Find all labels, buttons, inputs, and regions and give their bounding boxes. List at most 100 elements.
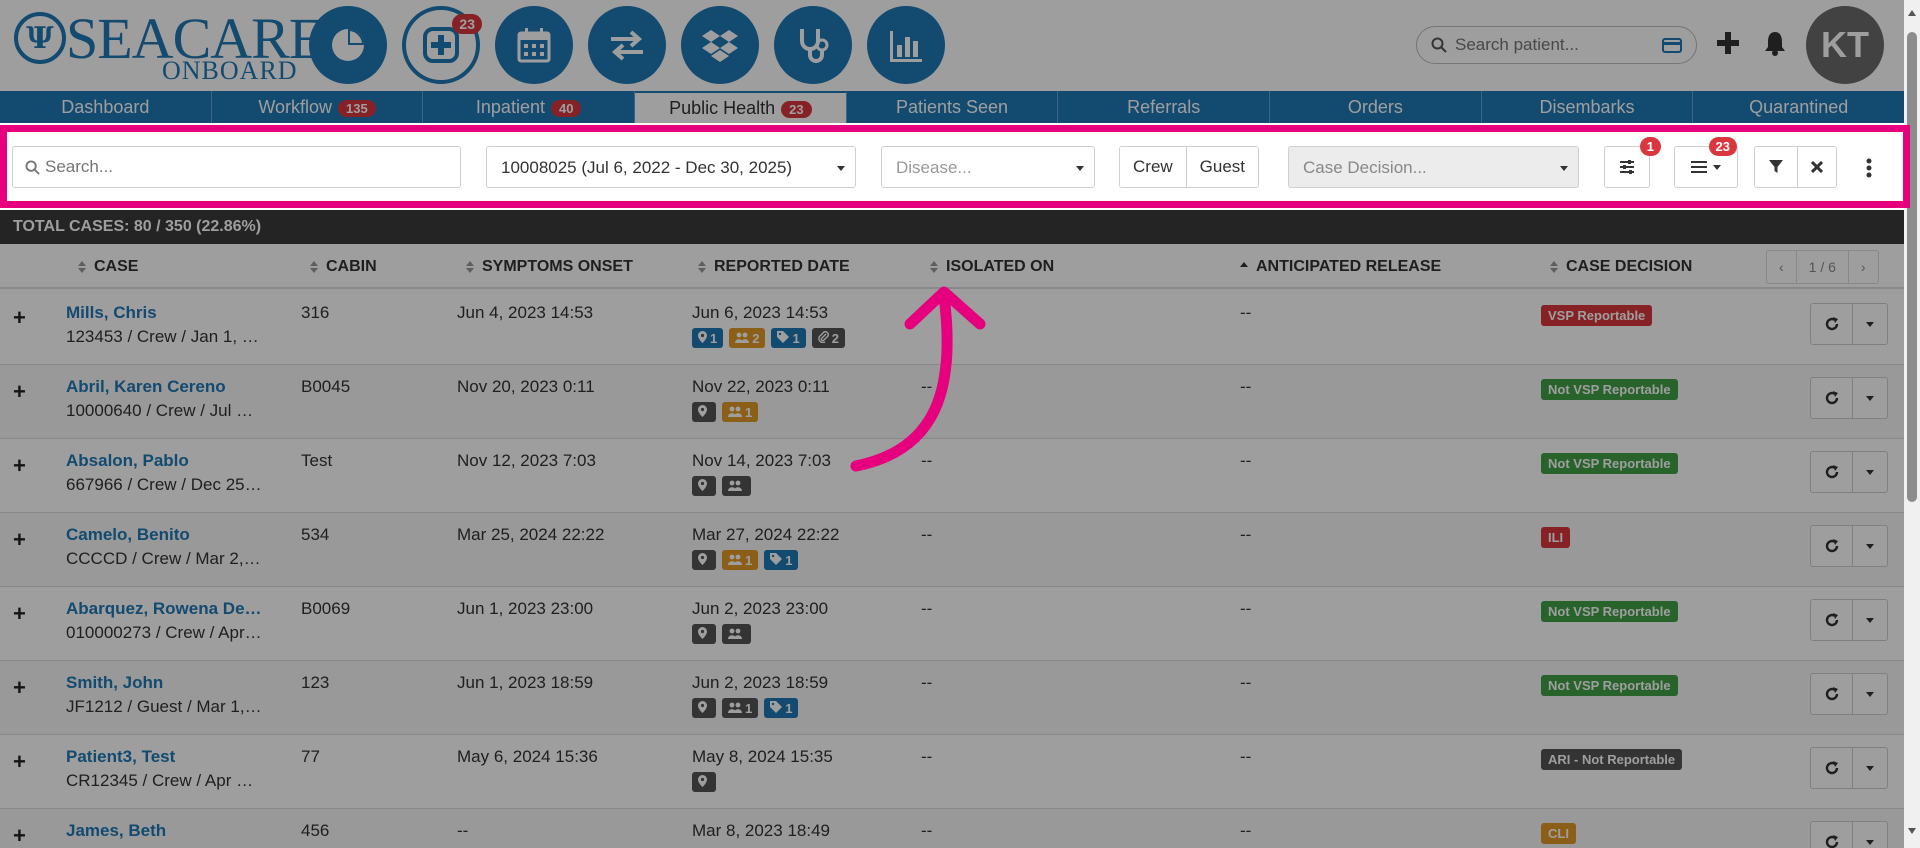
patient-name-link[interactable]: Camelo, Benito	[66, 525, 190, 545]
dashboard-nav-button[interactable]	[309, 6, 387, 84]
patient-name-link[interactable]: Smith, John	[66, 673, 163, 693]
row-menu-button[interactable]	[1853, 822, 1887, 848]
tag-tag[interactable]: 1	[764, 698, 799, 718]
users-tag[interactable]: 1	[722, 698, 759, 718]
pin-tag[interactable]	[692, 402, 716, 422]
crew-toggle-button[interactable]: Crew	[1120, 147, 1187, 187]
col-case-decision[interactable]: CASE DECISION	[1550, 258, 1692, 276]
add-button[interactable]	[1713, 28, 1743, 58]
transfers-nav-button[interactable]	[588, 6, 666, 84]
expand-row-icon[interactable]: +	[13, 307, 26, 329]
inventory-nav-button[interactable]	[681, 6, 759, 84]
refresh-button[interactable]	[1811, 748, 1853, 788]
calendar-nav-button[interactable]	[495, 6, 573, 84]
guest-toggle-button[interactable]: Guest	[1186, 147, 1259, 187]
tag-tag[interactable]: 1	[771, 328, 806, 348]
patient-search-input[interactable]	[1455, 33, 1655, 57]
clear-filter-button[interactable]	[1797, 146, 1837, 188]
tab-referrals[interactable]: Referrals	[1058, 91, 1271, 123]
pager-next-button[interactable]: ›	[1849, 251, 1878, 283]
patient-name-link[interactable]: Patient3, Test	[66, 747, 175, 767]
scrollbar-thumb[interactable]	[1907, 32, 1917, 502]
patient-name-link[interactable]: Abarquez, Rowena Dela Cruz	[66, 599, 266, 619]
row-menu-button[interactable]	[1853, 526, 1887, 566]
columns-menu-button[interactable]: 23	[1674, 137, 1738, 188]
table-row[interactable]: + Camelo, Benito CCCCD / Crew / Mar 2, 199…	[0, 513, 1904, 587]
refresh-button[interactable]	[1811, 526, 1853, 566]
expand-row-icon[interactable]: +	[13, 677, 26, 699]
table-row[interactable]: + Abril, Karen Cereno 10000640 / Crew / Ju…	[0, 365, 1904, 439]
expand-row-icon[interactable]: +	[13, 455, 26, 477]
notifications-button[interactable]	[1760, 28, 1790, 58]
disease-select[interactable]: Disease...	[881, 146, 1095, 188]
expand-row-icon[interactable]: +	[13, 825, 26, 847]
expand-row-icon[interactable]: +	[13, 381, 26, 403]
reports-nav-button[interactable]	[867, 6, 945, 84]
users-tag[interactable]: 1	[722, 402, 759, 422]
expand-row-icon[interactable]: +	[13, 751, 26, 773]
table-row[interactable]: + Smith, John JF1212 / Guest / Mar 1, 1990…	[0, 661, 1904, 735]
tag-tag[interactable]: 1	[764, 550, 799, 570]
case-search[interactable]	[12, 146, 461, 188]
row-menu-button[interactable]	[1853, 600, 1887, 640]
users-tag[interactable]	[722, 624, 751, 644]
tab-patients-seen[interactable]: Patients Seen	[847, 91, 1059, 123]
col-symptoms-onset[interactable]: SYMPTOMS ONSET	[466, 258, 633, 276]
clinical-nav-button[interactable]	[774, 6, 852, 84]
row-menu-button[interactable]	[1853, 304, 1887, 344]
col-cabin[interactable]: CABIN	[310, 258, 377, 276]
paperclip-tag[interactable]: 2	[811, 328, 845, 348]
scroll-down-icon[interactable]	[1908, 828, 1916, 834]
refresh-button[interactable]	[1811, 304, 1853, 344]
tab-orders[interactable]: Orders	[1270, 91, 1482, 123]
patient-name-link[interactable]: Abril, Karen Cereno	[66, 377, 226, 397]
users-tag[interactable]: 1	[722, 550, 759, 570]
apply-filter-button[interactable]	[1754, 146, 1798, 188]
table-row[interactable]: + Patient3, Test CR12345 / Crew / Apr 2, 1…	[0, 735, 1904, 809]
col-isolated-on[interactable]: ISOLATED ON	[930, 258, 1054, 276]
table-row[interactable]: + James, Beth 456 -- Mar 8, 2023 18:49 -- -- CL…	[0, 809, 1904, 848]
patient-name-link[interactable]: Mills, Chris	[66, 303, 157, 323]
row-menu-button[interactable]	[1853, 748, 1887, 788]
col-reported-date[interactable]: REPORTED DATE	[698, 258, 850, 276]
expand-row-icon[interactable]: +	[13, 529, 26, 551]
user-avatar[interactable]: KT	[1806, 6, 1884, 84]
pin-tag[interactable]	[692, 550, 716, 570]
voyage-select[interactable]: 10008025 (Jul 6, 2022 - Dec 30, 2025)	[486, 146, 856, 188]
seacare-logo[interactable]: Ψ SEACARE ONBOARD	[14, 8, 324, 85]
filter-settings-button[interactable]: 1	[1604, 137, 1661, 188]
users-tag[interactable]	[722, 476, 751, 496]
refresh-button[interactable]	[1811, 822, 1853, 848]
tab-disembarks[interactable]: Disembarks	[1482, 91, 1694, 123]
case-decision-select[interactable]: Case Decision...	[1288, 146, 1579, 188]
pin-tag[interactable]	[692, 698, 716, 718]
case-search-input[interactable]	[45, 155, 445, 179]
id-card-icon[interactable]	[1662, 38, 1682, 53]
refresh-button[interactable]	[1811, 674, 1853, 714]
table-row[interactable]: + Mills, Chris 123453 / Crew / Jan 1, 1990…	[0, 291, 1904, 365]
page-scrollbar[interactable]	[1904, 0, 1920, 848]
refresh-button[interactable]	[1811, 452, 1853, 492]
row-menu-button[interactable]	[1853, 452, 1887, 492]
row-menu-button[interactable]	[1853, 674, 1887, 714]
refresh-button[interactable]	[1811, 600, 1853, 640]
patient-search[interactable]	[1416, 26, 1697, 64]
pin-tag[interactable]: 1	[692, 328, 724, 348]
workflow-nav-button[interactable]: 23	[402, 6, 482, 84]
pin-tag[interactable]	[692, 772, 716, 792]
refresh-button[interactable]	[1811, 378, 1853, 418]
scroll-up-icon[interactable]	[1908, 10, 1916, 16]
more-options-button[interactable]	[1862, 156, 1876, 180]
tab-public-health[interactable]: Public Health 23	[635, 91, 847, 123]
patient-name-link[interactable]: James, Beth	[66, 821, 166, 841]
tab-dashboard[interactable]: Dashboard	[0, 91, 212, 123]
expand-row-icon[interactable]: +	[13, 603, 26, 625]
pin-tag[interactable]	[692, 476, 716, 496]
tab-inpatient[interactable]: Inpatient 40	[423, 91, 636, 123]
patient-name-link[interactable]: Absalon, Pablo	[66, 451, 189, 471]
users-tag[interactable]: 2	[729, 328, 766, 348]
tab-quarantined[interactable]: Quarantined	[1693, 91, 1904, 123]
col-case[interactable]: CASE	[78, 258, 138, 276]
col-anticipated-release[interactable]: ANTICIPATED RELEASE	[1240, 258, 1441, 276]
table-row[interactable]: + Abarquez, Rowena Dela Cruz 010000273 / C…	[0, 587, 1904, 661]
